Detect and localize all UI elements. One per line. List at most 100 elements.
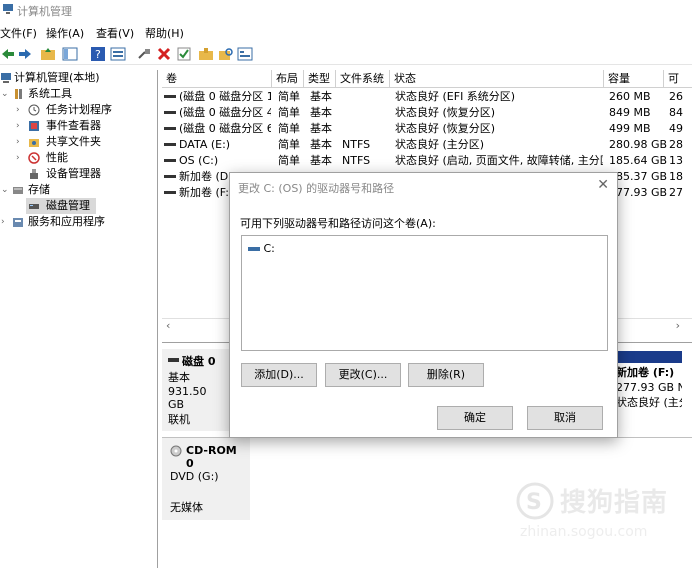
column-header-layout[interactable]: 布局 — [272, 70, 304, 88]
close-icon[interactable]: ✕ — [597, 177, 609, 193]
cell-volume: DATA (E:) — [179, 138, 231, 151]
tree-label-disk-management: 磁盘管理 — [46, 199, 90, 212]
table-row[interactable]: (磁盘 0 磁盘分区 6) 简单 基本 状态良好 (恢复分区) 499 MB 4… — [162, 121, 692, 137]
drive-path-list[interactable]: C: — [241, 235, 608, 351]
cell-free: 28 — [669, 138, 683, 151]
table-row[interactable]: DATA (E:) 简单 基本 NTFS 状态良好 (主分区) 280.98 G… — [162, 137, 692, 153]
cell-volume: (磁盘 0 磁盘分区 1) — [179, 90, 271, 103]
folder-lock-icon[interactable] — [198, 46, 214, 62]
cell-status: 状态良好 (主分区) — [395, 138, 485, 151]
tree-label-event-viewer: 事件查看器 — [46, 119, 101, 132]
cell-status: 状态良好 (恢复分区) — [395, 122, 496, 135]
tree-label-storage: 存储 — [28, 183, 50, 196]
cell-layout: 简单 — [278, 106, 300, 119]
collapse-arrow-icon[interactable]: › — [1, 214, 5, 230]
table-row[interactable]: OS (C:) 简单 基本 NTFS 状态良好 (启动, 页面文件, 故障转储,… — [162, 153, 692, 169]
scroll-right-icon[interactable]: › — [676, 319, 680, 332]
cell-capacity: 849 MB — [609, 106, 651, 119]
disk-0-info[interactable]: 磁盘 0 基本 931.50 GB 联机 — [162, 349, 230, 431]
cell-layout: 简单 — [278, 122, 300, 135]
partition-f[interactable]: 新加卷 (F:) 277.93 GB NT 状态良好 (主分 — [614, 351, 682, 433]
disk-0-type: 基本 — [168, 371, 190, 384]
cell-filesystem: NTFS — [342, 154, 371, 167]
cell-layout: 简单 — [278, 154, 300, 167]
forward-icon[interactable] — [17, 46, 33, 62]
column-header-filesystem[interactable]: 文件系统 — [336, 70, 390, 88]
back-icon[interactable] — [0, 46, 16, 62]
disk-0-state: 联机 — [168, 413, 190, 426]
drive-path-label: C: — [263, 242, 275, 255]
navigation-tree: 计算机管理(本地) ⌄ 系统工具 › 任务计划程序 › 事件查看器 › 共享文件… — [0, 70, 158, 568]
cancel-button[interactable]: 取消 — [527, 406, 603, 430]
tree-label-root: 计算机管理(本地) — [14, 71, 100, 84]
list-item[interactable]: C: — [248, 242, 275, 255]
cdrom-info[interactable]: CD-ROM 0 DVD (G:) 无媒体 — [162, 438, 250, 520]
cell-type: 基本 — [310, 122, 332, 135]
cdrom-icon — [170, 445, 182, 457]
shared-folder-icon — [29, 139, 39, 147]
scroll-left-icon[interactable]: ‹ — [166, 319, 170, 332]
change-drive-letter-dialog: 更改 C: (OS) 的驱动器号和路径 ✕ 可用下列驱动器号和路径访问这个卷(A… — [229, 172, 618, 438]
menu-view[interactable]: 查看(V) — [96, 25, 134, 41]
volume-icon — [164, 175, 176, 178]
performance-icon — [28, 152, 40, 164]
tools-icon — [15, 89, 22, 99]
cell-capacity: 185.64 GB — [609, 154, 668, 167]
menu-bar: 文件(F) 操作(A) 查看(V) 帮助(H) — [0, 22, 692, 42]
sogou-logo-icon: S — [516, 482, 554, 520]
show-hide-tree-icon[interactable] — [62, 46, 78, 62]
cell-free: 13 — [669, 154, 683, 167]
up-folder-icon[interactable] — [40, 46, 56, 62]
check-icon[interactable] — [176, 46, 192, 62]
column-header-capacity[interactable]: 容量 — [604, 70, 664, 88]
services-icon — [13, 218, 23, 227]
tree-label-device-manager: 设备管理器 — [46, 167, 101, 180]
help-icon[interactable]: ? — [90, 46, 106, 62]
device-manager-icon — [30, 169, 38, 179]
cell-layout: 简单 — [278, 90, 300, 103]
cell-capacity: 280.98 GB — [609, 138, 668, 151]
menu-action[interactable]: 操作(A) — [46, 25, 84, 41]
ok-button[interactable]: 确定 — [437, 406, 513, 430]
watermark: S 搜狗指南 zhinan.sogou.com — [512, 478, 687, 544]
search-folder-icon[interactable] — [218, 46, 234, 62]
cell-status: 状态良好 (启动, 页面文件, 故障转储, 主分区) — [395, 154, 603, 167]
connect-icon[interactable] — [136, 46, 152, 62]
remove-button[interactable]: 删除(R) — [408, 363, 484, 387]
column-header-status[interactable]: 状态 — [390, 70, 604, 88]
svg-text:?: ? — [95, 48, 101, 61]
watermark-brand: 搜狗指南 — [560, 488, 669, 518]
tree-label-task-scheduler: 任务计划程序 — [46, 103, 112, 116]
event-viewer-icon — [29, 121, 39, 131]
volume-list-header: 卷 布局 类型 文件系统 状态 容量 可 — [162, 70, 692, 88]
table-row[interactable]: (磁盘 0 磁盘分区 4) 简单 基本 状态良好 (恢复分区) 849 MB 8… — [162, 105, 692, 121]
cell-type: 基本 — [310, 138, 332, 151]
list-view-icon[interactable] — [237, 46, 253, 62]
cell-capacity: 499 MB — [609, 122, 651, 135]
menu-file[interactable]: 文件(F) — [0, 25, 37, 41]
collapse-arrow-icon[interactable]: › — [16, 102, 20, 118]
delete-icon[interactable] — [156, 46, 172, 62]
collapse-arrow-icon[interactable]: › — [16, 134, 20, 150]
disk-management-icon — [29, 204, 39, 209]
expand-arrow-icon[interactable]: ⌄ — [1, 86, 9, 102]
properties-icon[interactable] — [110, 46, 126, 62]
table-row[interactable]: (磁盘 0 磁盘分区 1) 简单 基本 状态良好 (EFI 系统分区) 260 … — [162, 89, 692, 105]
menu-help[interactable]: 帮助(H) — [145, 25, 184, 41]
tree-item-disk-management[interactable]: 磁盘管理 — [26, 198, 96, 214]
partition-f-size: 277.93 GB NT — [616, 381, 682, 394]
cell-free: 27 — [669, 186, 683, 199]
volume-icon — [164, 159, 176, 162]
collapse-arrow-icon[interactable]: › — [16, 118, 20, 134]
volume-icon — [164, 143, 176, 146]
add-button[interactable]: 添加(D)... — [241, 363, 317, 387]
column-header-free[interactable]: 可 — [664, 70, 692, 88]
column-header-type[interactable]: 类型 — [304, 70, 336, 88]
partition-f-status: 状态良好 (主分 — [616, 396, 682, 409]
disk-0-size: 931.50 GB — [168, 385, 207, 411]
storage-icon — [13, 187, 23, 194]
change-button[interactable]: 更改(C)... — [325, 363, 401, 387]
expand-arrow-icon[interactable]: ⌄ — [1, 182, 9, 198]
collapse-arrow-icon[interactable]: › — [16, 150, 20, 166]
column-header-volume[interactable]: 卷 — [162, 70, 272, 88]
